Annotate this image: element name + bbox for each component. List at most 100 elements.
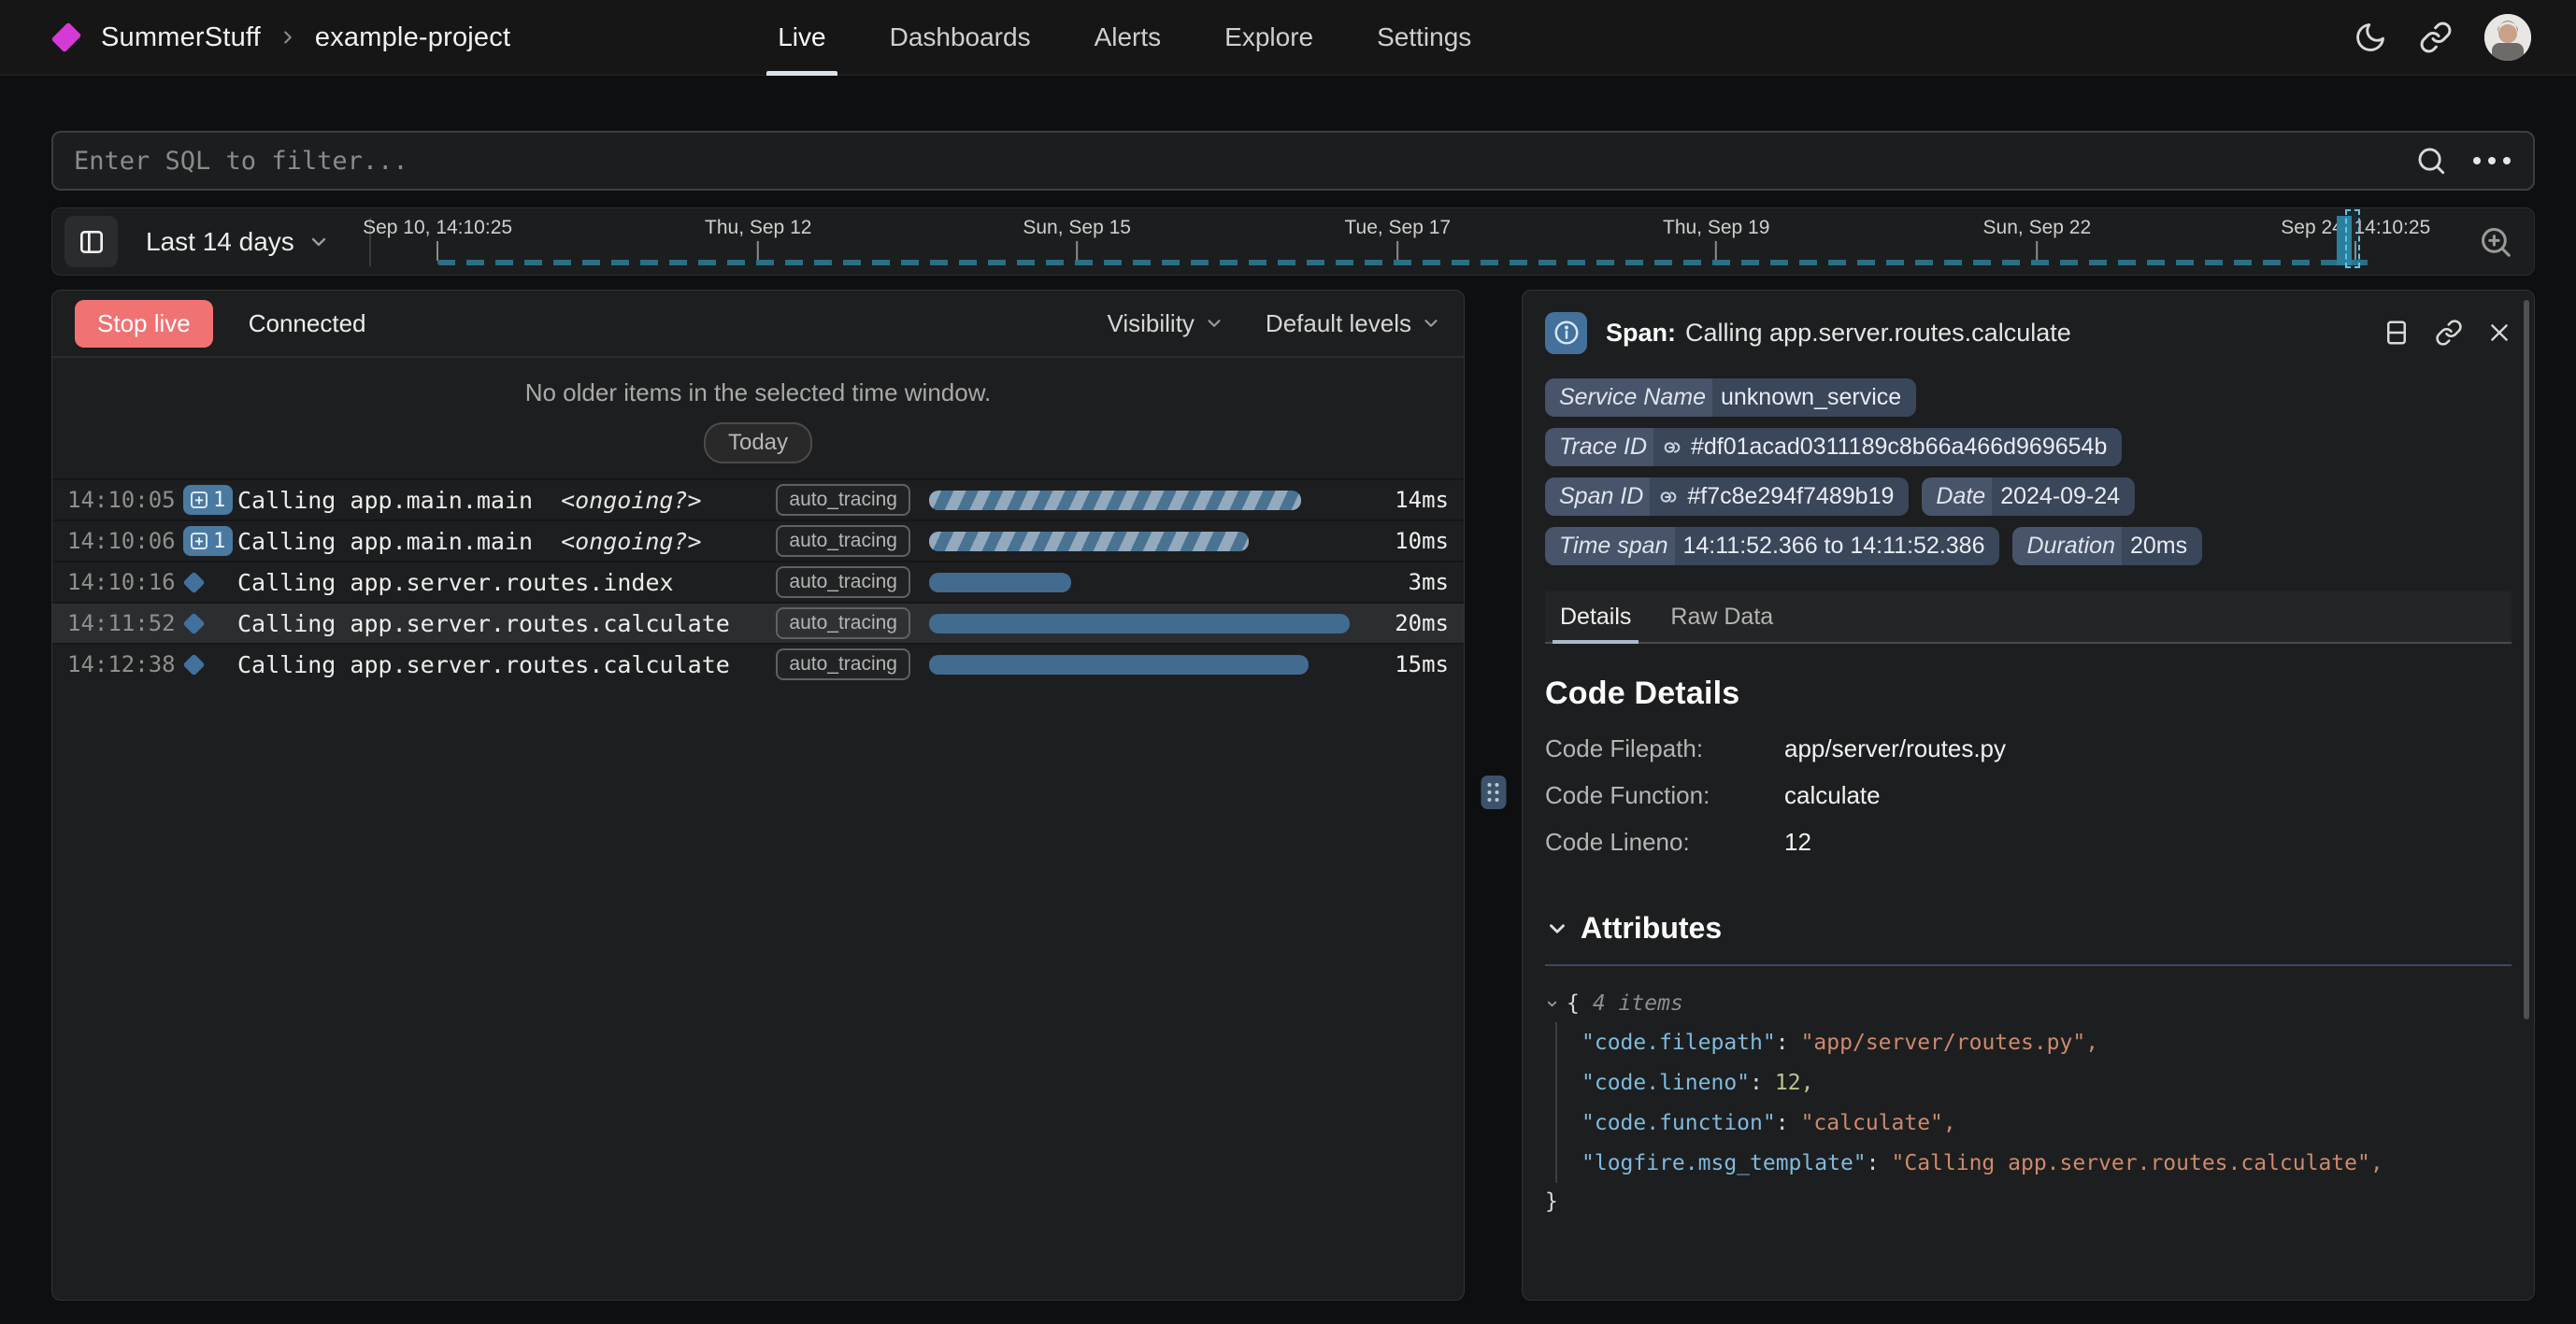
breadcrumb: SummerStuff example-project	[54, 22, 510, 53]
duration-bar-track	[929, 573, 1368, 592]
duration-bar-track	[929, 532, 1368, 551]
service-name-badge: Service Name unknown_service	[1545, 378, 1916, 417]
panel-resize-handle[interactable]	[1481, 776, 1506, 809]
date-badge: Date 2024-09-24	[1922, 477, 2135, 516]
log-row-selected[interactable]: 14:11:52 Calling app.server.routes.calcu…	[52, 602, 1464, 643]
close-icon[interactable]	[2487, 320, 2512, 345]
nav-tabs: Live Dashboards Alerts Explore Settings	[746, 0, 1503, 76]
timeline-activity-sparkline[interactable]	[437, 260, 2374, 265]
tab-dashboards[interactable]: Dashboards	[858, 0, 1063, 76]
panel-gutter	[1465, 290, 1522, 1301]
expand-children-badge[interactable]: + 1	[183, 485, 233, 515]
row-ongoing-flag: <ongoing?>	[561, 528, 702, 555]
sidebar-toggle-icon[interactable]	[64, 216, 118, 267]
json-entry: "logfire.msg_template":"Calling app.serv…	[1581, 1143, 2512, 1183]
row-timestamp: 14:11:52	[67, 610, 183, 636]
search-icon[interactable]	[2415, 145, 2447, 177]
timeline-tick: Tue, Sep 17	[1344, 217, 1451, 261]
timeline-tick: Thu, Sep 19	[1663, 217, 1769, 261]
attributes-section-header[interactable]: Attributes	[1545, 911, 2512, 946]
split-view-icon[interactable]	[2383, 319, 2411, 347]
trace-id-badge: Trace ID #df01acad0311189c8b66a466d96965…	[1545, 428, 2122, 466]
tab-settings[interactable]: Settings	[1345, 0, 1503, 76]
more-options-ellipsis-icon[interactable]	[2473, 157, 2511, 164]
log-row[interactable]: 14:10:05 + 1 Calling app.main.main <ongo…	[52, 478, 1464, 520]
project-name[interactable]: example-project	[315, 22, 510, 53]
duration-bar-track	[929, 655, 1368, 675]
span-detail-header: Span:Calling app.server.routes.calculate	[1545, 296, 2512, 369]
row-message: Calling app.server.routes.calculate	[237, 610, 730, 637]
json-close-line: }	[1545, 1183, 2512, 1220]
timeline-tick: Sun, Sep 22	[1983, 217, 2092, 261]
json-item-count: 4 items	[1593, 991, 1683, 1016]
log-row[interactable]: 14:10:16 Calling app.server.routes.index…	[52, 561, 1464, 602]
tab-live[interactable]: Live	[746, 0, 857, 76]
time-span-badge: Time span 14:11:52.366 to 14:11:52.386	[1545, 527, 1999, 565]
timeline-bar: Last 14 days Sep 10, 14:10:25 Thu, Sep 1…	[51, 207, 2535, 276]
row-duration: 3ms	[1368, 569, 1449, 595]
divider	[1545, 964, 2512, 966]
json-root-line: { 4 items	[1545, 985, 2512, 1022]
plus-square-icon: +	[191, 491, 208, 508]
today-button[interactable]: Today	[704, 422, 812, 463]
trace-link-icon[interactable]	[1662, 437, 1682, 458]
span-meta-badges: Service Name unknown_service Trace ID #d…	[1545, 378, 2512, 565]
empty-window-notice: No older items in the selected time wind…	[52, 358, 1464, 478]
sql-filter-bar	[51, 131, 2535, 191]
default-levels-dropdown[interactable]: Default levels	[1266, 309, 1441, 338]
json-entry: "code.filepath":"app/server/routes.py",	[1581, 1022, 2512, 1062]
logfire-logo-icon[interactable]	[51, 22, 82, 53]
duration-bar	[929, 655, 1309, 675]
row-icon: + 1	[183, 526, 237, 556]
tab-details[interactable]: Details	[1558, 591, 1633, 642]
duration-bar-track	[929, 491, 1368, 510]
duration-bar	[929, 614, 1350, 634]
code-details-heading: Code Details	[1545, 676, 2512, 712]
log-rows: 14:10:05 + 1 Calling app.main.main <ongo…	[52, 478, 1464, 1300]
time-range-dropdown[interactable]: Last 14 days	[146, 227, 330, 257]
span-link-icon[interactable]	[1658, 487, 1679, 507]
time-range-label: Last 14 days	[146, 227, 294, 257]
main-content: Stop live Connected Visibility Default l…	[51, 290, 2535, 1301]
row-duration: 20ms	[1368, 610, 1449, 636]
json-collapse-icon[interactable]	[1545, 997, 1559, 1011]
visibility-dropdown[interactable]: Visibility	[1107, 309, 1224, 338]
timeline-track[interactable]: Sep 10, 14:10:25 Thu, Sep 12 Sun, Sep 15…	[371, 208, 2454, 275]
share-link-icon[interactable]	[2419, 21, 2453, 54]
tab-alerts[interactable]: Alerts	[1063, 0, 1194, 76]
breadcrumb-chevron-icon	[278, 27, 298, 48]
span-diamond-icon	[182, 571, 205, 593]
expand-children-badge[interactable]: + 1	[183, 526, 233, 556]
row-duration: 15ms	[1368, 651, 1449, 677]
row-message: Calling app.server.routes.index	[237, 569, 674, 596]
child-count: 1	[213, 489, 225, 512]
stop-live-button[interactable]: Stop live	[75, 300, 213, 348]
row-message: Calling app.main.main	[237, 528, 533, 555]
tab-explore[interactable]: Explore	[1193, 0, 1345, 76]
copy-link-icon[interactable]	[2435, 319, 2463, 347]
row-duration: 14ms	[1368, 487, 1449, 513]
log-row[interactable]: 14:10:06 + 1 Calling app.main.main <ongo…	[52, 520, 1464, 561]
scrollbar-thumb[interactable]	[2524, 300, 2529, 1019]
sql-filter-input[interactable]	[66, 147, 2415, 176]
row-icon	[183, 657, 237, 673]
collapse-chevron-icon[interactable]	[1545, 917, 1569, 941]
timeline-selection-marker[interactable]	[2345, 209, 2360, 268]
json-entry: "code.lineno":12,	[1581, 1062, 2512, 1103]
chevron-down-icon	[1204, 313, 1224, 334]
row-icon	[183, 616, 237, 632]
info-icon	[1545, 312, 1587, 354]
org-name[interactable]: SummerStuff	[101, 22, 261, 53]
code-lineno-row: Code Lineno:12	[1545, 828, 2512, 857]
log-row[interactable]: 14:12:38 Calling app.server.routes.calcu…	[52, 643, 1464, 684]
zoom-in-icon[interactable]	[2478, 224, 2513, 260]
row-tag: auto_tracing	[776, 566, 910, 598]
duration-badge: Duration 20ms	[2012, 527, 2202, 565]
tab-raw-data[interactable]: Raw Data	[1668, 591, 1775, 642]
theme-toggle-moon-icon[interactable]	[2354, 21, 2387, 54]
span-diamond-icon	[182, 653, 205, 676]
span-title: Span:Calling app.server.routes.calculate	[1606, 319, 2071, 348]
row-message: Calling app.main.main	[237, 487, 533, 514]
user-avatar[interactable]	[2484, 14, 2531, 61]
live-page: Last 14 days Sep 10, 14:10:25 Thu, Sep 1…	[0, 131, 2576, 1301]
